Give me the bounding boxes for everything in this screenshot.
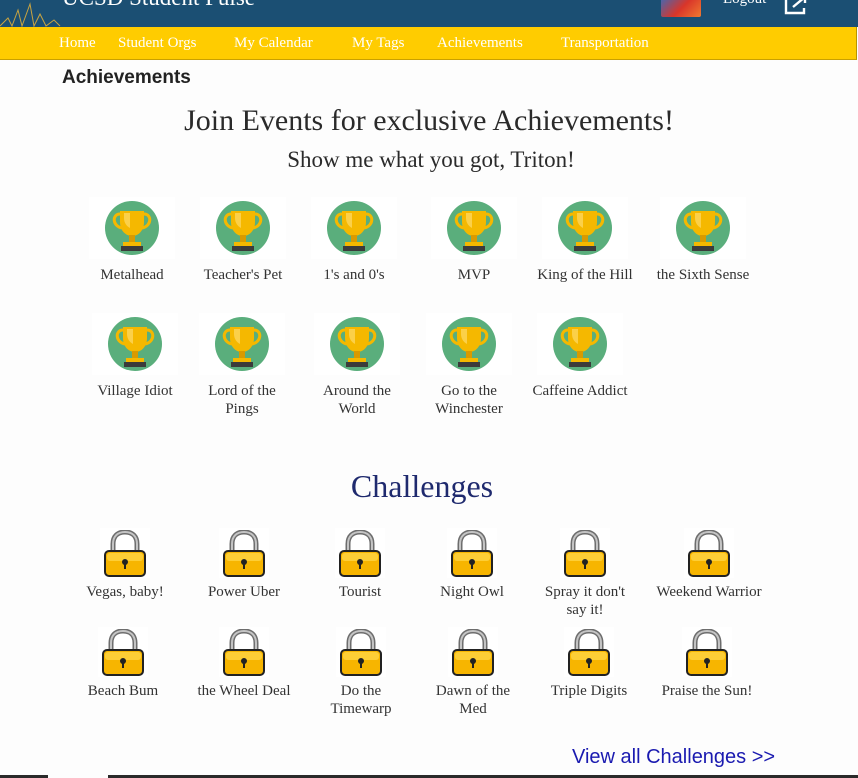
achievement-badge[interactable]: Lord of the Pings: [187, 313, 297, 418]
page-title: Achievements: [62, 67, 191, 88]
achievements-subhead: Show me what you got, Triton!: [287, 147, 575, 172]
nav-home[interactable]: Home: [59, 35, 96, 52]
challenge-item[interactable]: Dawn of the Med: [413, 627, 533, 718]
logout-icon[interactable]: [783, 0, 811, 16]
achievement-badge[interactable]: MVP: [419, 197, 529, 284]
challenge-label: Tourist: [338, 584, 382, 600]
logout-link[interactable]: Logout: [723, 0, 766, 8]
lock-icon: [564, 627, 614, 677]
achievement-label: Teacher's Pet: [203, 267, 283, 283]
lock-icon: [335, 528, 385, 578]
nav-my-tags[interactable]: My Tags: [352, 35, 404, 52]
achievement-label: Go to the Winchester: [435, 383, 503, 417]
challenge-label: Do the Timewarp: [330, 683, 392, 717]
nav-achievements[interactable]: Achievements: [437, 35, 523, 52]
view-all-challenges-link[interactable]: View all Challenges >>: [572, 746, 775, 769]
challenge-item[interactable]: Praise the Sun!: [647, 627, 767, 700]
challenge-label: Power Uber: [207, 584, 281, 600]
challenge-item[interactable]: Spray it don't say it!: [525, 528, 645, 619]
lock-icon: [447, 528, 497, 578]
achievement-label: Metalhead: [100, 267, 164, 283]
trophy-icon: [431, 197, 517, 259]
challenge-label: Dawn of the Med: [435, 683, 511, 717]
achievement-badge[interactable]: Metalhead: [77, 197, 187, 284]
lock-icon: [219, 627, 269, 677]
top-header: UCSD Student Pulse Logout: [0, 0, 858, 27]
achievement-badge[interactable]: King of the Hill: [530, 197, 640, 284]
trophy-icon: [542, 197, 628, 259]
main-nav: Home Student Orgs My Calendar My Tags Ac…: [0, 27, 857, 60]
trophy-icon: [311, 197, 397, 259]
challenge-item[interactable]: Do the Timewarp: [301, 627, 421, 718]
achievement-label: Caffeine Addict: [532, 383, 628, 399]
site-title[interactable]: UCSD Student Pulse: [62, 0, 255, 11]
achievement-badge[interactable]: Village Idiot: [80, 313, 190, 400]
challenge-label: Praise the Sun!: [661, 683, 753, 699]
lock-icon: [448, 627, 498, 677]
avatar[interactable]: [661, 0, 701, 17]
challenge-item[interactable]: Triple Digits: [529, 627, 649, 700]
challenges-heading: Challenges: [350, 468, 494, 504]
achievement-label: Around the World: [323, 383, 391, 417]
achievement-label: Village Idiot: [97, 383, 173, 399]
achievement-label: the Sixth Sense: [656, 267, 750, 283]
challenge-label: Weekend Warrior: [656, 584, 762, 600]
achievement-badge[interactable]: the Sixth Sense: [648, 197, 758, 284]
lock-icon: [336, 627, 386, 677]
achievement-badge[interactable]: Around the World: [302, 313, 412, 418]
trophy-icon: [537, 313, 623, 375]
lock-icon: [219, 528, 269, 578]
challenge-label: Triple Digits: [550, 683, 628, 699]
challenge-item[interactable]: Beach Bum: [63, 627, 183, 700]
achievement-label: MVP: [457, 267, 491, 283]
challenge-item[interactable]: Tourist: [300, 528, 420, 601]
achievement-badge[interactable]: Caffeine Addict: [525, 313, 635, 400]
trophy-icon: [200, 197, 286, 259]
lock-icon: [560, 528, 610, 578]
lock-icon: [100, 528, 150, 578]
challenge-item[interactable]: Power Uber: [184, 528, 304, 601]
trophy-icon: [92, 313, 178, 375]
challenge-item[interactable]: Night Owl: [412, 528, 532, 601]
challenge-item[interactable]: Weekend Warrior: [649, 528, 769, 601]
challenge-label: Spray it don't say it!: [544, 584, 626, 618]
challenge-label: Vegas, baby!: [86, 584, 164, 600]
nav-transportation[interactable]: Transportation: [561, 35, 649, 52]
achievement-badge[interactable]: Go to the Winchester: [414, 313, 524, 418]
trophy-icon: [660, 197, 746, 259]
achievement-label: 1's and 0's: [323, 267, 385, 283]
trophy-icon: [314, 313, 400, 375]
challenge-item[interactable]: Vegas, baby!: [65, 528, 185, 601]
lock-icon: [98, 627, 148, 677]
trophy-icon: [426, 313, 512, 375]
lock-icon: [682, 627, 732, 677]
challenge-label: the Wheel Deal: [197, 683, 291, 699]
nav-student-orgs[interactable]: Student Orgs: [118, 35, 196, 52]
achievement-badge[interactable]: 1's and 0's: [299, 197, 409, 284]
achievement-label: King of the Hill: [537, 267, 633, 283]
nav-my-calendar[interactable]: My Calendar: [234, 35, 313, 52]
challenge-label: Night Owl: [440, 584, 504, 600]
achievements-headline: Join Events for exclusive Achievements!: [184, 104, 674, 137]
trophy-icon: [89, 197, 175, 259]
achievement-label: Lord of the Pings: [208, 383, 276, 417]
lock-icon: [684, 528, 734, 578]
challenge-label: Beach Bum: [87, 683, 159, 699]
trophy-icon: [199, 313, 285, 375]
achievement-badge[interactable]: Teacher's Pet: [188, 197, 298, 284]
challenge-item[interactable]: the Wheel Deal: [184, 627, 304, 700]
